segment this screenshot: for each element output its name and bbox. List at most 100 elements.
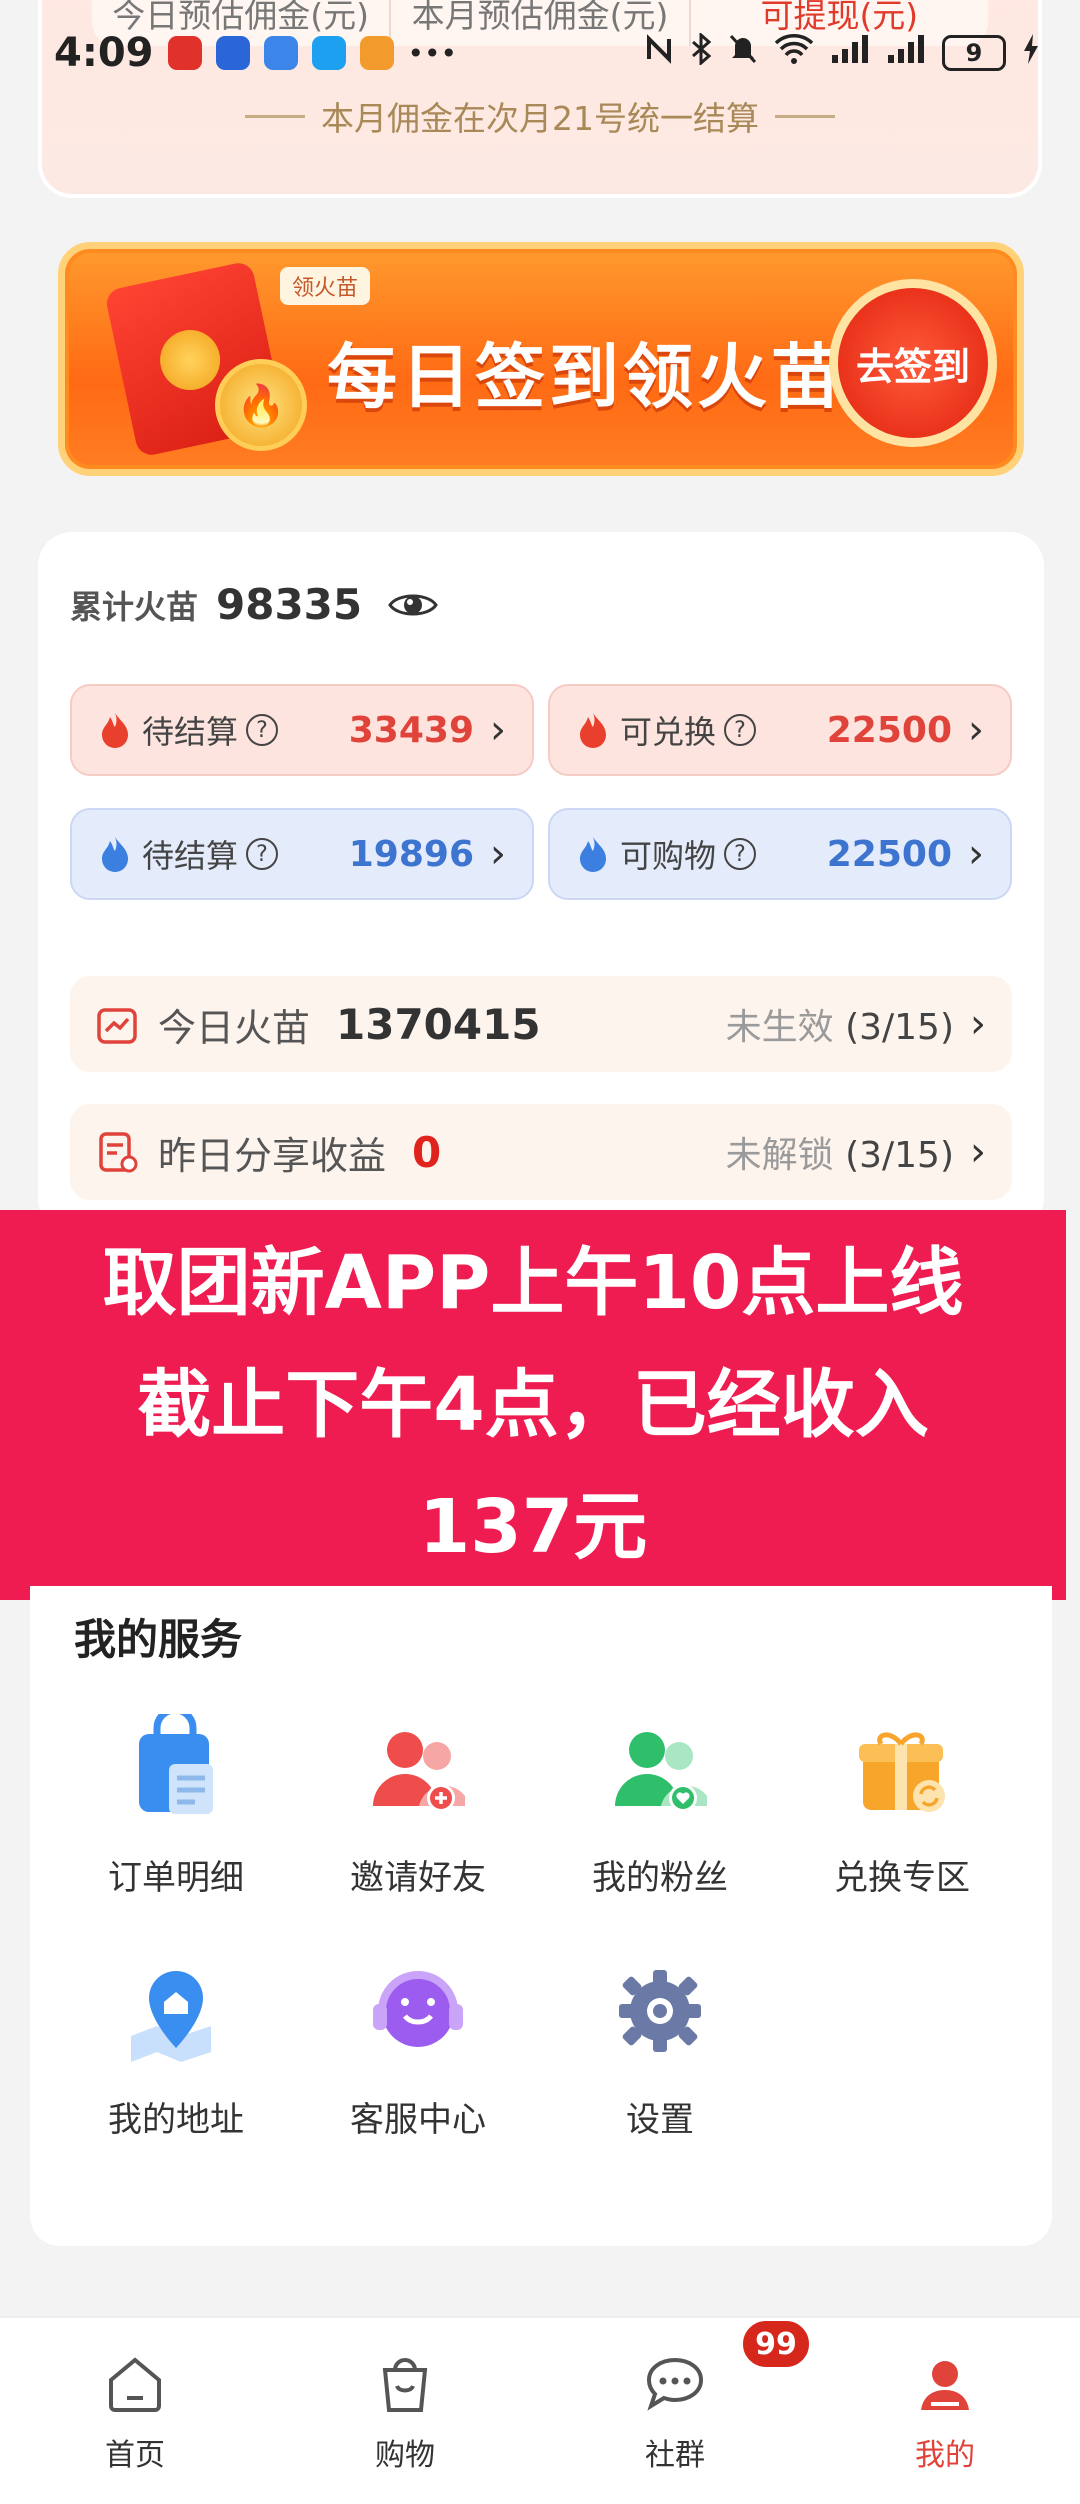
pill-value: 33439 [348, 709, 474, 751]
nav-profile[interactable]: 我的 [810, 2318, 1080, 2504]
service-settings[interactable]: 设置 [560, 1956, 760, 2141]
overlay-caption: 取团新APP上午10点上线 截止下午4点，已经收入 137元 [0, 1210, 1066, 1600]
chevron-right-icon: › [968, 707, 984, 753]
service-center-icon [373, 1971, 463, 2047]
signal-icon [830, 33, 870, 73]
order-icon [139, 1714, 213, 1814]
more-notifications-icon: ••• [407, 36, 458, 70]
help-icon[interactable]: ? [246, 838, 279, 870]
fans-icon [615, 1732, 707, 1812]
address-icon [131, 1971, 211, 2062]
app-notification-icon [167, 36, 202, 70]
nav-label: 购物 [375, 2438, 435, 2473]
battery-icon: 9 [942, 35, 1006, 71]
bluetooth-icon [690, 31, 712, 73]
pill-label: 可兑换 [620, 713, 717, 751]
service-label: 我的粉丝 [592, 1858, 728, 1898]
pill-label: 待结算 [142, 837, 239, 875]
status-text: 未解锁 [725, 1135, 834, 1176]
flame-red-icon [102, 713, 128, 748]
signal-icon [886, 33, 926, 73]
service-exchange-zone[interactable]: 兑换专区 [802, 1714, 1002, 1899]
service-my-address[interactable]: 我的地址 [76, 1956, 276, 2141]
eye-icon[interactable] [388, 588, 438, 622]
nav-community[interactable]: 社群 99 [540, 2318, 812, 2504]
yesterday-share-row[interactable]: 昨日分享收益 0 未解锁 (3/15) › [70, 1104, 1012, 1200]
nav-label: 我的 [915, 2438, 975, 2473]
today-seeds-label: 今日火苗 [158, 1005, 311, 1050]
chevron-right-icon: › [970, 1001, 986, 1047]
status-bar: 4:09 ••• 9 [0, 18, 1080, 88]
yesterday-share-value: 0 [412, 1127, 442, 1177]
service-label: 客服中心 [350, 2100, 486, 2140]
chevron-right-icon: › [490, 707, 506, 753]
fire-coin-icon: 🔥 [215, 359, 307, 451]
pill-value: 19896 [348, 833, 474, 875]
progress-count: (3/15) [845, 1135, 954, 1176]
chat-icon [646, 2357, 704, 2411]
caption-line: 截止下午4点，已经收入 [137, 1362, 929, 1448]
pill-label: 可购物 [620, 837, 717, 875]
today-seeds-row[interactable]: 今日火苗 1370415 未生效 (3/15) › [70, 976, 1012, 1072]
chevron-right-icon: › [968, 831, 984, 877]
exchangeable-pill[interactable]: 可兑换 ? 22500 › [548, 684, 1012, 776]
nav-home[interactable]: 首页 [0, 2318, 270, 2504]
exchange-icon [859, 1732, 945, 1812]
service-order-details[interactable]: 订单明细 [76, 1714, 276, 1899]
banner-tag: 领火苗 [280, 267, 371, 305]
app-notification-icon [263, 36, 298, 70]
help-icon[interactable]: ? [724, 714, 757, 746]
service-label: 邀请好友 [350, 1858, 486, 1898]
shopping-bag-icon [382, 2358, 428, 2412]
service-customer-center[interactable]: 客服中心 [318, 1956, 518, 2141]
receipt-icon [99, 1132, 138, 1173]
caption-line: 取团新APP上午10点上线 [102, 1240, 964, 1326]
service-label: 订单明细 [108, 1858, 244, 1898]
total-seeds-label: 累计火苗 [70, 587, 199, 626]
service-label: 我的地址 [108, 2100, 244, 2140]
yesterday-share-label: 昨日分享收益 [158, 1133, 387, 1178]
bottom-nav: 首页 购物 社群 99 我的 [0, 2316, 1080, 2504]
help-icon[interactable]: ? [246, 714, 279, 746]
help-icon[interactable]: ? [724, 838, 757, 870]
chevron-right-icon: › [490, 831, 506, 877]
progress-count: (3/15) [845, 1007, 954, 1048]
shoppable-pill[interactable]: 可购物 ? 22500 › [548, 808, 1012, 900]
chevron-right-icon: › [970, 1129, 986, 1175]
settlement-note-text: 本月佣金在次月21号统一结算 [321, 99, 759, 138]
service-invite-friends[interactable]: 邀请好友 [318, 1714, 518, 1899]
pending-settlement-red-pill[interactable]: 待结算 ? 33439 › [70, 684, 534, 776]
service-label: 设置 [626, 2100, 694, 2140]
mute-icon [728, 33, 758, 73]
flame-blue-icon [102, 837, 128, 872]
app-notification-icon [359, 36, 394, 70]
status-text: 未生效 [725, 1007, 834, 1048]
today-seeds-status: 未生效 (3/15) [726, 998, 954, 1050]
service-label: 兑换专区 [834, 1858, 970, 1898]
signin-button[interactable]: 去签到 [829, 279, 997, 447]
total-seeds: 累计火苗 98335 [70, 580, 438, 629]
pill-value: 22500 [826, 709, 952, 751]
unread-badge: 99 [740, 2318, 812, 2370]
today-seeds-value: 1370415 [336, 999, 541, 1049]
divider [245, 114, 305, 118]
pill-value: 22500 [826, 833, 952, 875]
nav-label: 社群 [645, 2438, 705, 2473]
settings-icon [619, 1970, 701, 2052]
fire-seed-card: 累计火苗 98335 待结算 ? 33439 › 可兑换 ? 22500 › 待… [38, 532, 1044, 1232]
app-notification-icon [311, 36, 346, 70]
caption-line: 137元 [418, 1484, 648, 1570]
nav-shopping[interactable]: 购物 [270, 2318, 540, 2504]
divider [775, 114, 835, 118]
services-title: 我的服务 [74, 1606, 242, 1669]
total-seeds-value: 98335 [216, 580, 363, 629]
service-my-fans[interactable]: 我的粉丝 [560, 1714, 760, 1899]
pill-label: 待结算 [142, 713, 239, 751]
pending-settlement-blue-pill[interactable]: 待结算 ? 19896 › [70, 808, 534, 900]
flame-red-icon [580, 713, 606, 748]
settlement-note: 本月佣金在次月21号统一结算 [42, 92, 1038, 140]
daily-signin-banner[interactable]: 🔥 领火苗 每日签到领火苗 去签到 [58, 242, 1024, 476]
nfc-icon [644, 34, 674, 72]
trend-chart-icon [97, 1008, 137, 1044]
charging-icon [1022, 33, 1040, 73]
